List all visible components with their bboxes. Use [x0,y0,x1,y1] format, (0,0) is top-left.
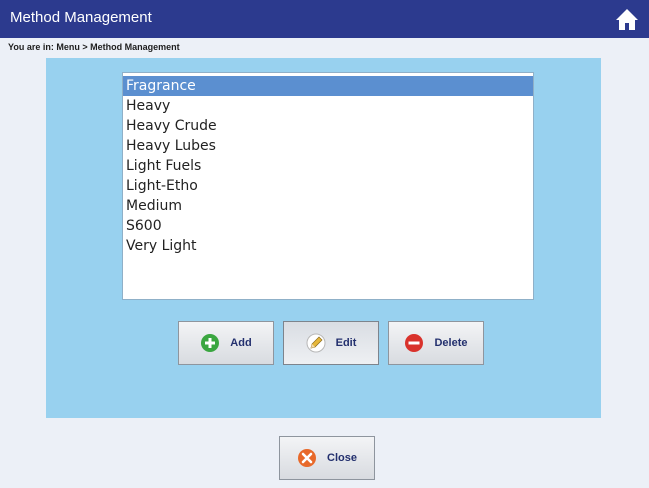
add-button-label: Add [230,337,252,349]
minus-circle-icon [405,334,424,352]
breadcrumb: You are in: Menu > Method Management [8,42,180,52]
x-circle-icon [298,449,317,467]
list-item[interactable]: Light-Etho [123,176,533,196]
close-button[interactable]: Close [279,436,375,480]
title-bar: Method Management [0,0,649,38]
window-title: Method Management [10,9,152,26]
edit-button[interactable]: Edit [283,321,379,365]
delete-button-label: Delete [434,337,468,349]
method-management-window: Method Management You are in: Menu > Met… [0,0,649,488]
list-item[interactable]: Medium [123,196,533,216]
method-panel: Fragrance Heavy Heavy Crude Heavy Lubes Ligh… [46,58,601,418]
add-button[interactable]: Add [178,321,274,365]
pencil-circle-icon [306,333,326,353]
delete-button[interactable]: Delete [388,321,484,365]
close-button-label: Close [327,452,357,464]
list-item[interactable]: Heavy Crude [123,116,533,136]
list-item[interactable]: Light Fuels [123,156,533,176]
list-item[interactable]: S600 [123,216,533,236]
list-item[interactable]: Fragrance [123,76,533,96]
home-icon [616,9,638,30]
list-item[interactable]: Very Light [123,236,533,256]
plus-circle-icon [201,334,220,352]
home-button[interactable] [615,7,639,31]
list-item[interactable]: Heavy Lubes [123,136,533,156]
edit-button-label: Edit [335,337,357,349]
list-item[interactable]: Heavy [123,96,533,116]
method-listbox[interactable]: Fragrance Heavy Heavy Crude Heavy Lubes Ligh… [122,72,534,300]
